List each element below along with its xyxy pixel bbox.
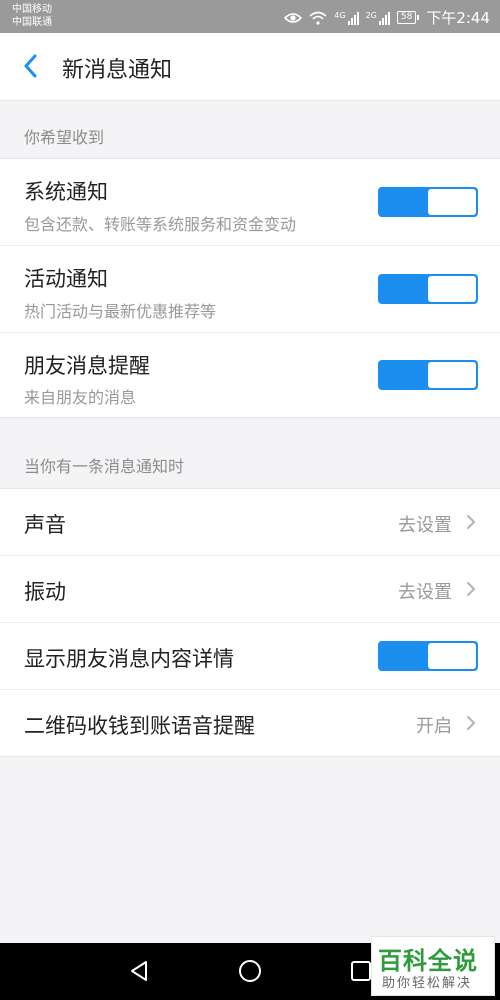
carrier-2: 中国联通 — [12, 17, 52, 28]
row-title: 声音 — [24, 513, 66, 537]
system-notice-toggle[interactable] — [378, 187, 478, 217]
receive-settings-group: 系统通知 包含还款、转账等系统服务和资金变动 活动通知 热门活动与最新优惠推荐等… — [0, 158, 500, 418]
chevron-left-icon — [24, 54, 37, 78]
chevron-right-icon — [464, 513, 478, 531]
row-title: 朋友消息提醒 — [24, 354, 150, 378]
status-time: 下午2:44 — [426, 9, 490, 27]
row-qr-payment-voice-reminder[interactable]: 二维码收钱到账语音提醒 开启 — [0, 690, 500, 756]
section-label-when-notified: 当你有一条消息通知时 — [24, 457, 185, 476]
signal-1-icon: 4G — [334, 11, 359, 25]
row-vibration[interactable]: 振动 去设置 — [0, 556, 500, 623]
watermark-main: 百科全说 — [378, 947, 478, 975]
row-value: 去设置 — [398, 515, 452, 536]
back-button[interactable] — [16, 51, 46, 81]
row-subtitle: 热门活动与最新优惠推荐等 — [24, 302, 217, 321]
friend-message-toggle[interactable] — [378, 360, 478, 390]
notify-behavior-group: 声音 去设置 振动 去设置 显示朋友消息内容详情 二维码收钱到账语音提醒 开启 — [0, 488, 500, 757]
section-label-receive: 你希望收到 — [24, 128, 105, 147]
row-title: 显示朋友消息内容详情 — [24, 647, 234, 671]
circle-home-icon — [239, 960, 261, 982]
nav-home-button[interactable] — [236, 957, 264, 985]
watermark: 百科全说 助你轻松解决 — [371, 936, 495, 996]
row-sound[interactable]: 声音 去设置 — [0, 489, 500, 556]
nav-back-button[interactable] — [125, 957, 153, 985]
activity-notice-toggle[interactable] — [378, 274, 478, 304]
chevron-right-icon — [464, 714, 478, 732]
carrier-1: 中国移动 — [12, 4, 52, 15]
row-activity-notice: 活动通知 热门活动与最新优惠推荐等 — [0, 246, 500, 333]
row-value: 开启 — [416, 716, 452, 737]
square-recents-icon — [351, 961, 371, 981]
triangle-back-icon — [131, 961, 147, 981]
signal-2-icon: 2G — [366, 11, 390, 25]
row-title: 振动 — [24, 580, 66, 604]
status-bar: 中国移动 中国联通 4G 2G 58 下午2:44 — [0, 0, 500, 33]
row-show-friend-message-details: 显示朋友消息内容详情 — [0, 623, 500, 690]
show-details-toggle[interactable] — [378, 641, 478, 671]
battery-level: 58 — [396, 11, 417, 24]
row-friend-message-reminder: 朋友消息提醒 来自朋友的消息 — [0, 333, 500, 417]
battery-icon: 58 — [396, 11, 420, 24]
row-subtitle: 包含还款、转账等系统服务和资金变动 — [24, 215, 297, 234]
status-icons: 4G 2G 58 下午2:44 — [284, 7, 490, 28]
wifi-icon — [309, 11, 327, 25]
row-subtitle: 来自朋友的消息 — [24, 388, 137, 407]
row-title: 系统通知 — [24, 180, 108, 204]
row-system-notice: 系统通知 包含还款、转账等系统服务和资金变动 — [0, 159, 500, 246]
eye-icon — [284, 12, 303, 24]
page-title: 新消息通知 — [62, 58, 173, 83]
row-title: 活动通知 — [24, 267, 108, 291]
header: 新消息通知 — [0, 33, 500, 101]
chevron-right-icon — [464, 580, 478, 598]
row-title: 二维码收钱到账语音提醒 — [24, 714, 255, 738]
row-value: 去设置 — [398, 582, 452, 603]
watermark-sub: 助你轻松解决 — [382, 976, 473, 991]
carrier-info: 中国移动 中国联通 — [12, 3, 52, 29]
